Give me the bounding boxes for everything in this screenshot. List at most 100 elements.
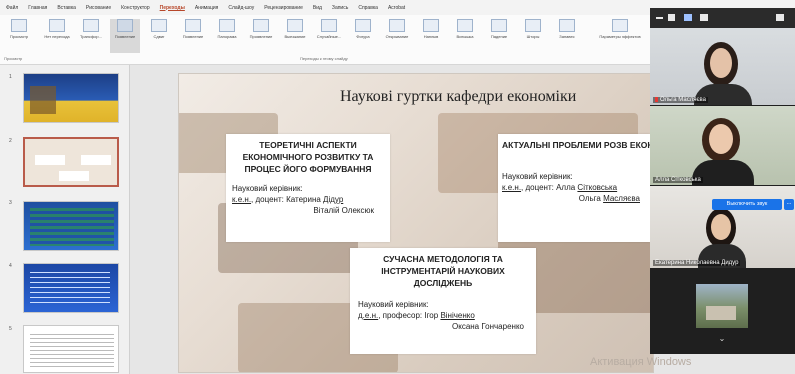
effect-options-icon [612, 19, 628, 32]
transition-option[interactable]: Выезжание [280, 19, 310, 53]
transition-option[interactable]: Открывание [382, 19, 412, 53]
transition-label: Падение [490, 34, 508, 39]
menu-tab[interactable]: Справка [358, 5, 378, 11]
coins-image [30, 86, 56, 114]
transition-label: Сдвиг [153, 34, 165, 39]
transition-icon [151, 19, 167, 32]
card-supervisor: к.е.н., доцент: Алла Сітковська [502, 182, 646, 193]
minimize-icon[interactable] [656, 17, 663, 19]
thumb-card [35, 155, 65, 165]
card-heading: ТЕОРЕТИЧНІ АСПЕКТИ ЕКОНОМІЧНОГО РОЗВИТКУ… [242, 140, 374, 174]
slide-thumbnail-5[interactable] [23, 325, 119, 373]
transition-option[interactable]: Занавес [552, 19, 582, 53]
transition-option[interactable]: Появление [178, 19, 208, 53]
transition-icon [423, 19, 439, 32]
slide-thumbnail-1[interactable] [23, 73, 119, 123]
transition-icon [185, 19, 201, 32]
transition-icon [253, 19, 269, 32]
menu-tab[interactable]: Рисование [86, 5, 111, 11]
mute-participant-button[interactable]: Выключить звук [712, 199, 782, 210]
transition-option[interactable]: Шторы [518, 19, 548, 53]
circle-card-theoretical[interactable]: ТЕОРЕТИЧНІ АСПЕКТИ ЕКОНОМІЧНОГО РОЗВИТКУ… [226, 134, 390, 242]
transition-icon [525, 19, 541, 32]
slide-thumbnail-2[interactable] [23, 137, 119, 187]
transition-label: Появление [182, 34, 204, 39]
thumb-table [30, 208, 114, 246]
menu-tab[interactable]: Запись [332, 5, 348, 11]
preview-button[interactable]: Просмотр [4, 19, 34, 53]
slide-thumbnail-4[interactable] [23, 263, 119, 313]
card-member: Ольга Масляєва [578, 194, 640, 203]
menu-tab[interactable]: Вид [313, 5, 322, 11]
circle-card-actual-problems[interactable]: АКТУАЛЬНІ ПРОБЛЕМИ РОЗВ ЕКОНОМІКИ Науков… [498, 134, 681, 242]
thumb-number: 4 [9, 263, 12, 269]
transition-option[interactable]: Панорама [212, 19, 242, 53]
participant-face [710, 48, 732, 78]
thumb-number: 3 [9, 200, 12, 206]
window-icon[interactable] [668, 14, 675, 21]
transition-option[interactable]: Падение [484, 19, 514, 53]
transition-icon [83, 19, 99, 32]
card-degree: к.е.н. [502, 183, 522, 192]
transition-option[interactable]: Фигура [348, 19, 378, 53]
card-rank: , професор: Ігор [378, 311, 441, 320]
participant-tile[interactable]: Алла Сітковська [650, 106, 795, 185]
thumb-number: 5 [9, 326, 12, 332]
transition-icon [457, 19, 473, 32]
gallery-view-icon[interactable] [700, 14, 708, 21]
transition-label: Проявление [249, 34, 273, 39]
preview-group-label: Просмотр [4, 56, 23, 61]
thumb-card [59, 171, 89, 181]
menu-tab[interactable]: Главная [28, 5, 47, 11]
card-heading: АКТУАЛЬНІ ПРОБЛЕМИ РОЗВ ЕКОНОМІКИ [502, 140, 681, 150]
transition-label: Нет перехода [44, 34, 70, 39]
chevron-down-icon[interactable]: ⌄ [716, 334, 728, 344]
transition-option[interactable]: Проявление [246, 19, 276, 53]
slide-title[interactable]: Наукові гуртки кафедри економіки [340, 88, 600, 106]
menu-tab[interactable]: Анимация [195, 5, 218, 11]
menu-tab[interactable]: Конструктор [121, 5, 150, 11]
card-degree: д.е.н. [358, 311, 379, 320]
video-panel-toolbar [650, 8, 795, 28]
transition-icon [491, 19, 507, 32]
circle-card-methodology[interactable]: СУЧАСНА МЕТОДОЛОГІЯ ТА ІНСТРУМЕНТАРІЙ НА… [350, 248, 536, 354]
building-shape [706, 306, 736, 320]
shared-thumbnail-tile[interactable] [696, 284, 748, 328]
transition-option[interactable]: Нет перехода [42, 19, 72, 53]
transition-label: Трансфор... [80, 34, 102, 39]
thumb-number: 2 [9, 138, 12, 144]
menu-tab[interactable]: Файл [6, 5, 18, 11]
transition-icon [219, 19, 235, 32]
slide-thumbnail-pane[interactable]: 1 2 3 4 5 [0, 65, 130, 374]
preview-icon [11, 19, 27, 32]
card-surname: Дідур [323, 195, 344, 204]
transition-option[interactable]: Вспышка [450, 19, 480, 53]
transition-label: Открывание [385, 34, 409, 39]
card-heading: СУЧАСНА МЕТОДОЛОГІЯ ТА ІНСТРУМЕНТАРІЙ НА… [381, 254, 505, 288]
menu-tab[interactable]: Acrobat [388, 5, 405, 11]
thumb-text [30, 334, 114, 370]
menu-tab[interactable]: Рецензирование [264, 5, 303, 11]
menu-tab[interactable]: Вставка [57, 5, 76, 11]
transition-icon [117, 19, 133, 32]
card-rank: , доцент: Алла [521, 183, 578, 192]
more-options-button[interactable]: ... [784, 199, 794, 210]
muted-mic-icon [655, 96, 658, 102]
speaker-view-icon[interactable] [684, 14, 692, 21]
transition-label: Наплыв [423, 34, 439, 39]
transition-option[interactable]: Сдвиг [144, 19, 174, 53]
transition-option[interactable]: Трансфор... [76, 19, 106, 53]
menu-tab[interactable]: Слайд-шоу [228, 5, 254, 11]
card-degree: к.е.н. [232, 195, 252, 204]
transition-label: Занавес [559, 34, 575, 39]
transition-label: Вспышка [456, 34, 474, 39]
video-call-panel: Ольга Масляєва Алла Сітковська Екатерина… [650, 8, 795, 354]
transition-option[interactable]: Появление [110, 19, 140, 53]
participant-tile[interactable]: Ольга Масляєва [650, 28, 795, 105]
slide-thumbnail-3[interactable] [23, 201, 119, 251]
menu-tab[interactable]: Переходы [160, 5, 185, 11]
transition-option[interactable]: Наплыв [416, 19, 446, 53]
layout-icon[interactable] [776, 14, 784, 21]
transition-option[interactable]: Случайные... [314, 19, 344, 53]
effect-options-button[interactable]: Параметры эффектов [599, 19, 641, 53]
